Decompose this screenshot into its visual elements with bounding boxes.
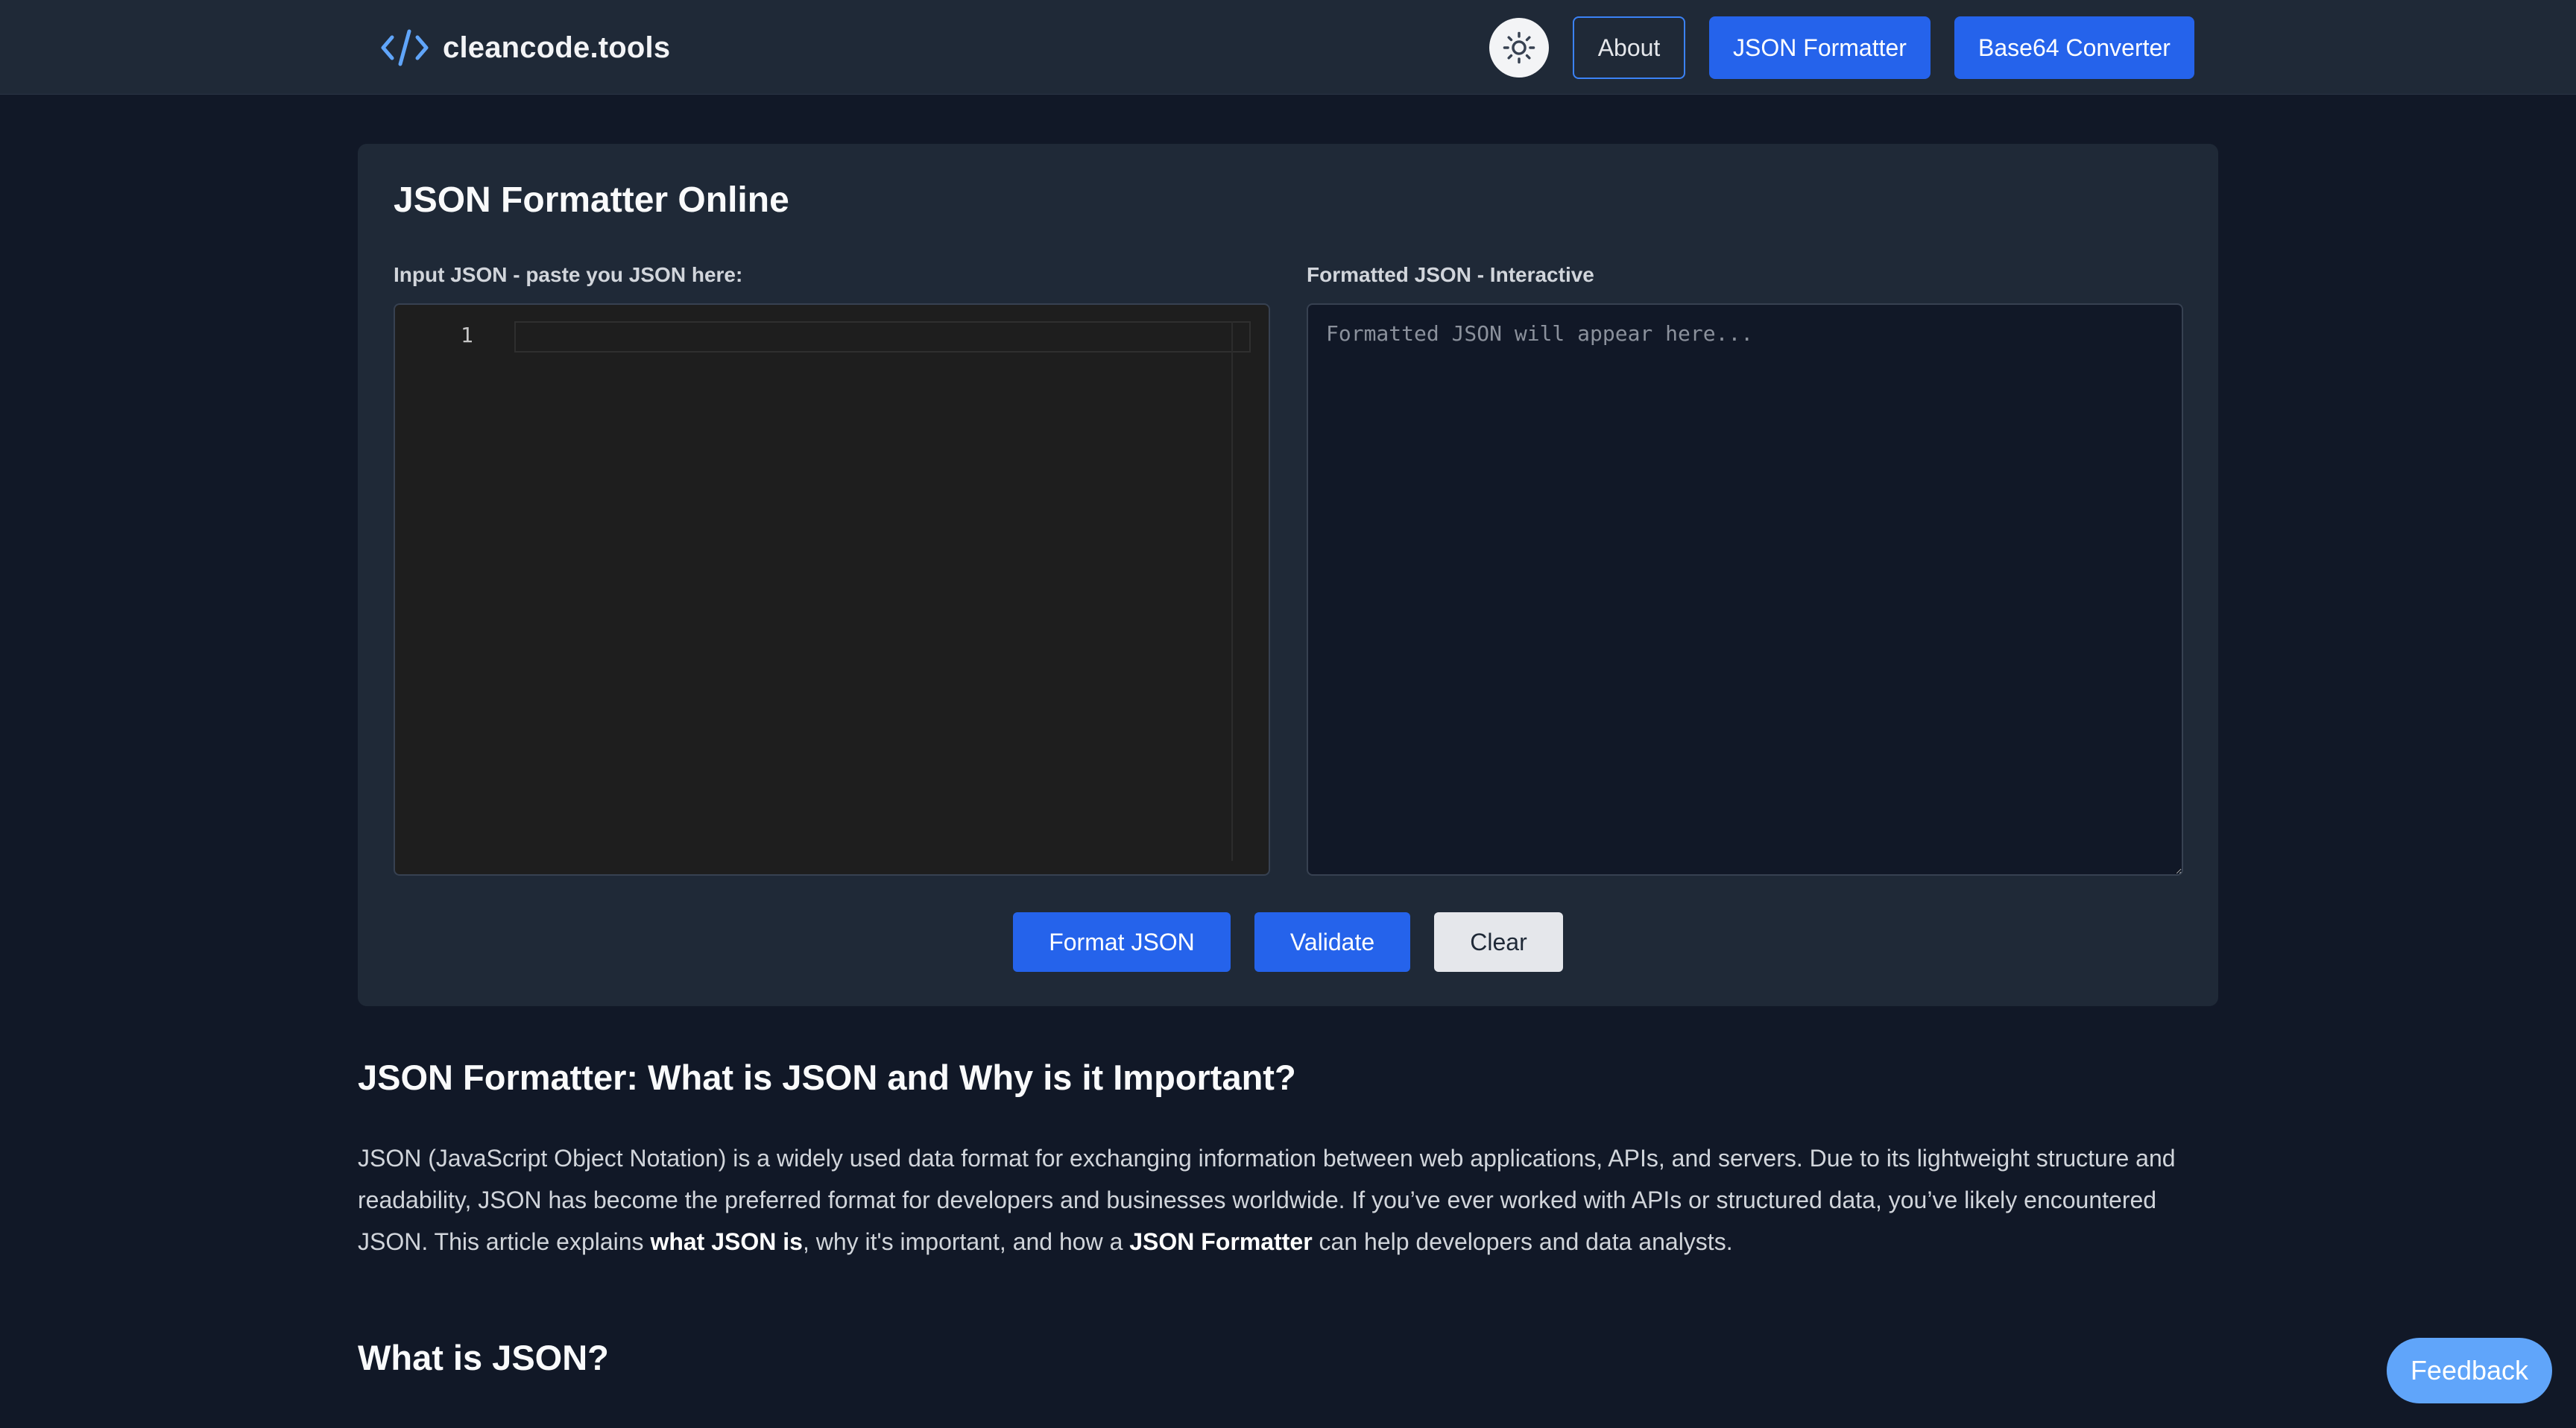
article-heading-what-is-json: What is JSON? (358, 1338, 609, 1377)
validate-button[interactable]: Validate (1254, 912, 1410, 972)
paragraph-text: can help developers and data analysts. (1312, 1228, 1733, 1255)
formatted-json-output[interactable] (1307, 303, 2183, 876)
nav-json-formatter-button[interactable]: JSON Formatter (1709, 16, 1931, 79)
nav-about-button[interactable]: About (1573, 16, 1685, 79)
clear-button[interactable]: Clear (1434, 912, 1563, 972)
paragraph-bold-text: JSON Formatter (1129, 1228, 1313, 1255)
article-heading-what-is-json-why-important: JSON Formatter: What is JSON and Why is … (358, 1058, 1296, 1097)
input-json-editor[interactable]: 1 (394, 303, 1270, 876)
page-title: JSON Formatter Online (394, 180, 789, 220)
article-intro-paragraph: JSON (JavaScript Object Notation) is a w… (358, 1137, 2206, 1263)
editor-scrollbar[interactable] (1231, 321, 1233, 861)
editor-current-line[interactable] (514, 321, 1251, 353)
paragraph-text: , why it's important, and how a (802, 1228, 1130, 1255)
output-json-label: Formatted JSON - Interactive (1307, 263, 1594, 286)
feedback-button[interactable]: Feedback (2387, 1338, 2552, 1403)
nav-base64-converter-button[interactable]: Base64 Converter (1954, 16, 2194, 79)
input-json-label: Input JSON - paste you JSON here: (394, 263, 743, 286)
json-formatter-card: JSON Formatter Online Input JSON - paste… (358, 144, 2218, 1006)
site-name: cleancode.tools (443, 31, 671, 64)
top-navbar: cleancode.tools About JSON Formatter Bas… (0, 0, 2576, 95)
paragraph-bold-text: what JSON is (650, 1228, 803, 1255)
editor-line-number: 1 (461, 323, 473, 347)
theme-toggle-button[interactable] (1489, 18, 1549, 78)
site-logo[interactable]: cleancode.tools (380, 25, 670, 70)
sun-icon (1503, 31, 1535, 64)
format-json-button[interactable]: Format JSON (1013, 912, 1231, 972)
code-brackets-icon (381, 29, 429, 66)
